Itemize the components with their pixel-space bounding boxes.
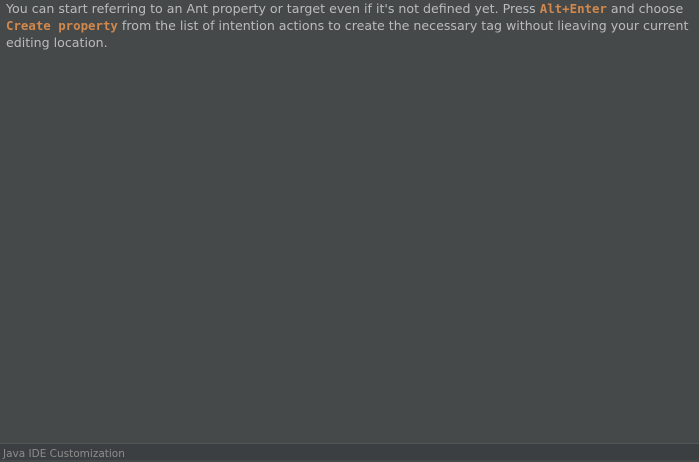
tip-text-part-2: and choose	[606, 1, 684, 16]
action-name: Create property	[6, 18, 118, 33]
shortcut-keys: Alt+Enter	[539, 1, 607, 16]
tip-text-part-1: You can start referring to an Ant proper…	[6, 1, 540, 16]
tip-content-pane: You can start referring to an Ant proper…	[0, 0, 699, 443]
tip-category-footer: Java IDE Customization	[0, 443, 699, 460]
tip-category-label: Java IDE Customization	[3, 448, 125, 460]
tip-text: You can start referring to an Ant proper…	[6, 0, 693, 51]
